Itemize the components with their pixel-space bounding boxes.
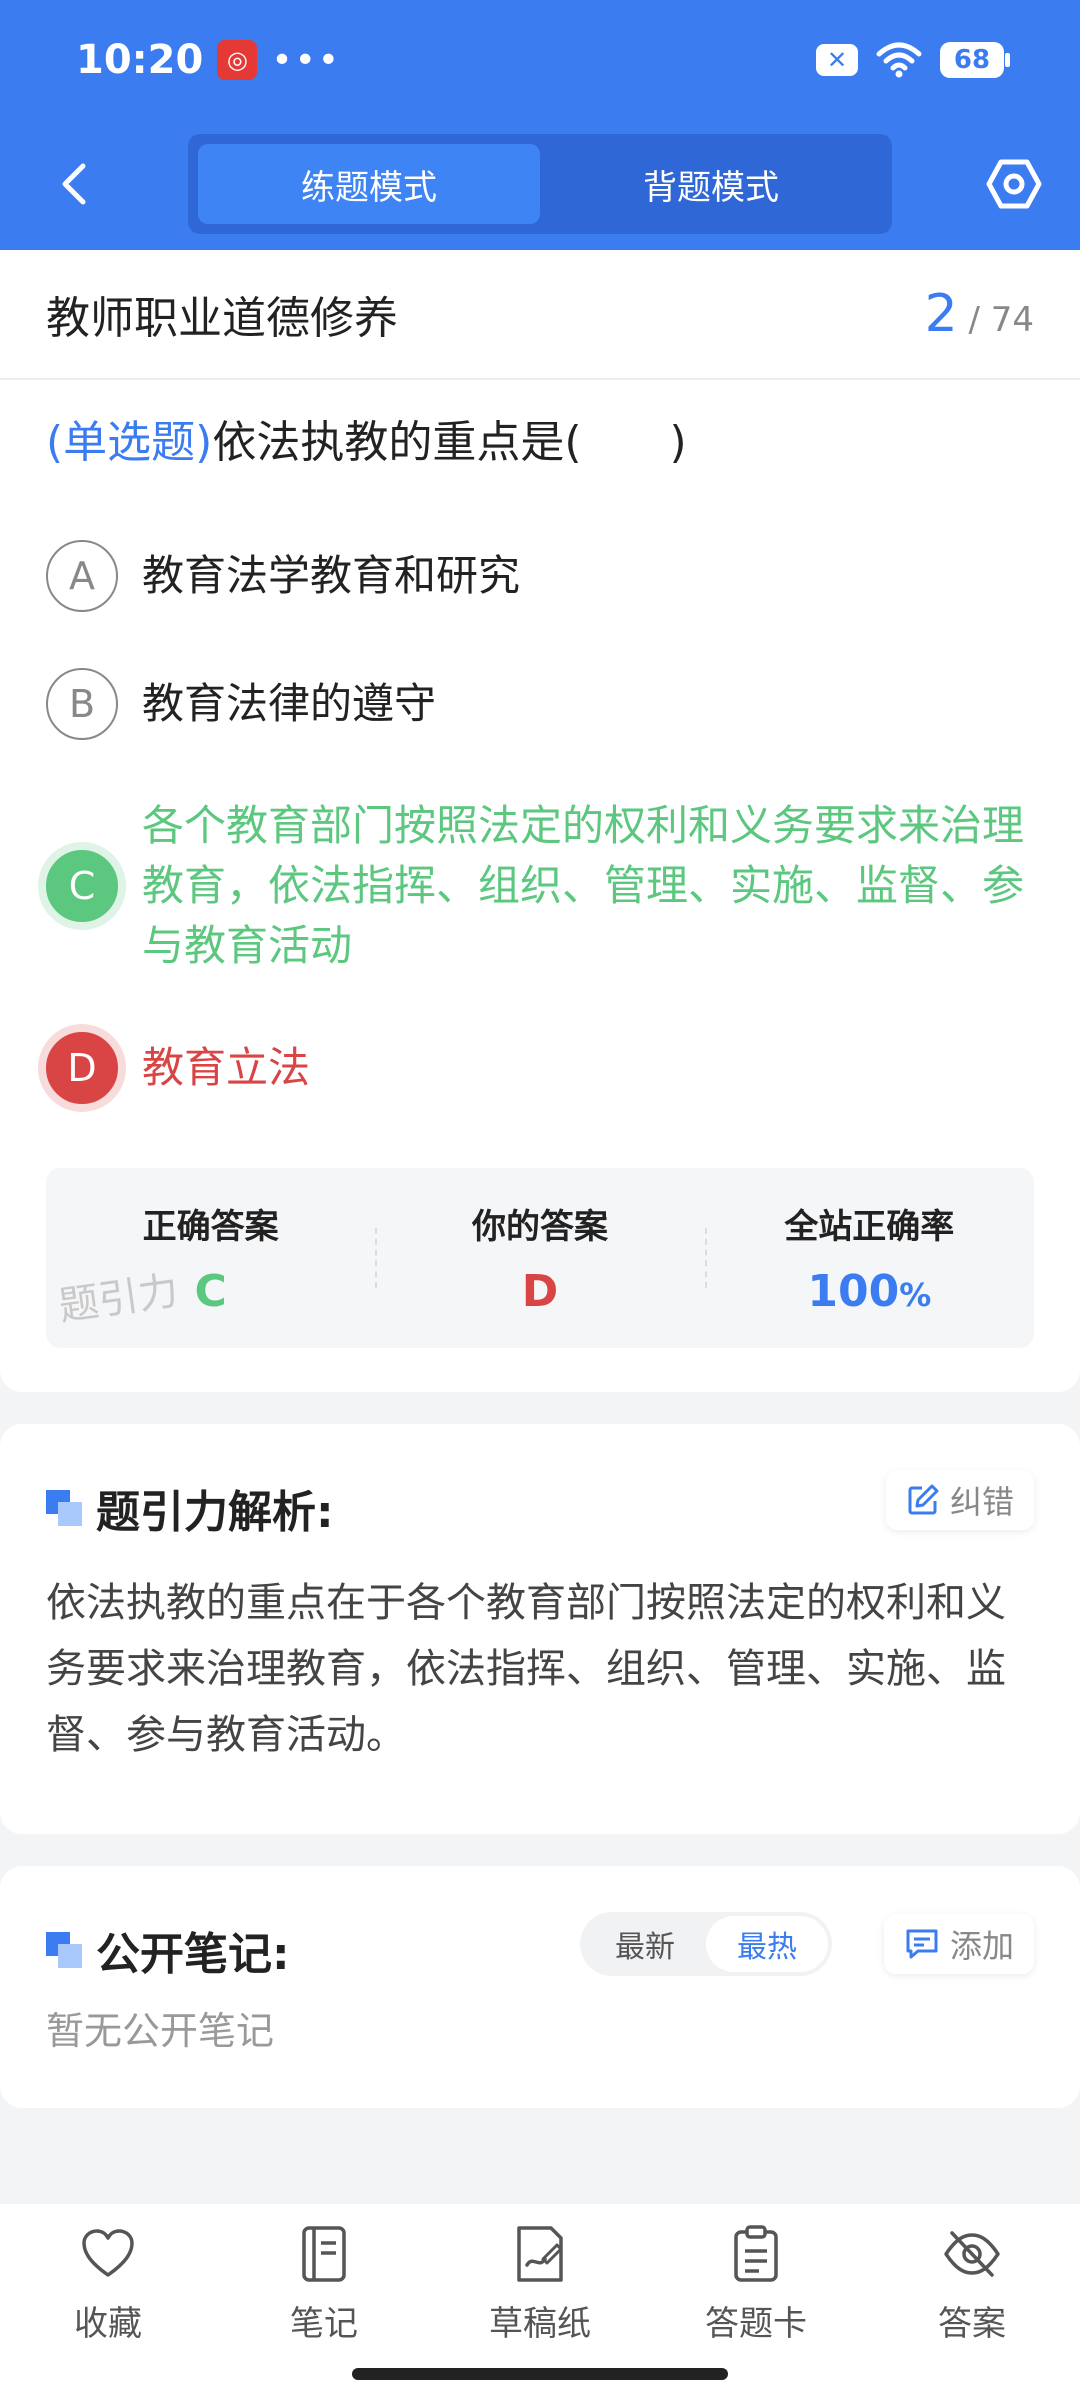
battery-icon: 68 xyxy=(940,42,1010,78)
back-button[interactable] xyxy=(44,154,104,214)
option-letter: B xyxy=(46,668,118,740)
notes-label: 笔记 xyxy=(290,2303,358,2344)
eye-off-icon xyxy=(944,2230,1000,2277)
app-header: 10:20 ◎ ••• ✕ 68 练题模式 背题模式 xyxy=(0,0,1080,250)
question-type: (单选题) xyxy=(46,417,213,468)
empty-notes-text: 暂无公开笔记 xyxy=(46,2009,275,2053)
hexagon-settings-icon xyxy=(986,159,1042,209)
answer-summary: 正确答案 C 题引力 你的答案 D 全站正确率 100% xyxy=(46,1168,1034,1348)
option-letter: C xyxy=(46,850,118,922)
notes-card: 公开笔记: 最新 最热 添加 暂无公开笔记 xyxy=(0,1866,1080,2108)
show-answer-label: 答案 xyxy=(938,2303,1006,2344)
heart-icon xyxy=(82,2228,134,2277)
option-letter: D xyxy=(46,1032,118,1104)
topic-title: 教师职业道德修养 xyxy=(46,293,398,344)
notes-title: 公开笔记: xyxy=(96,1929,290,1980)
option-text: 各个教育部门按照法定的权利和义务要求来治理教育，依法指挥、组织、管理、实施、监督… xyxy=(142,801,1025,970)
draft-paper-label: 草稿纸 xyxy=(489,2303,591,2344)
topic-row: 教师职业道德修养 2 / 74 xyxy=(0,250,1080,380)
answer-sheet-button[interactable]: 答题卡 xyxy=(648,2204,864,2364)
current-question-number: 2 xyxy=(924,284,958,344)
your-answer-value: D xyxy=(521,1266,559,1317)
mode-switch: 练题模式 背题模式 xyxy=(188,134,892,234)
correct-answer: 正确答案 C 题引力 xyxy=(46,1168,375,1348)
your-answer-label: 你的答案 xyxy=(471,1207,608,1247)
your-answer: 你的答案 D xyxy=(375,1168,704,1348)
tab-review-mode[interactable]: 背题模式 xyxy=(540,144,882,224)
chevron-left-icon xyxy=(62,163,86,205)
answer-sheet-label: 答题卡 xyxy=(705,2303,807,2344)
sort-newest[interactable]: 最新 xyxy=(584,1916,706,1972)
option-c[interactable]: C 各个教育部门按照法定的权利和义务要求来治理教育，依法指挥、组织、管理、实施、… xyxy=(46,796,1042,976)
add-note-label: 添加 xyxy=(949,1927,1014,1965)
answer-sheet-icon xyxy=(734,2224,778,2282)
analysis-card: 题引力解析: 纠错 依法执教的重点在于各个教育部门按照法定的权利和义务要求来治理… xyxy=(0,1424,1080,1834)
site-accuracy-label: 全站正确率 xyxy=(784,1207,955,1247)
wifi-icon xyxy=(876,42,922,78)
notebook-icon xyxy=(302,2225,346,2282)
site-accuracy-value: 100% xyxy=(807,1266,931,1317)
home-indicator[interactable] xyxy=(352,2368,728,2380)
analysis-text: 依法执教的重点在于各个教育部门按照法定的权利和义务要求来治理教育，依法指挥、组织… xyxy=(46,1580,1006,1758)
option-d[interactable]: D 教育立法 xyxy=(46,1032,310,1104)
notes-sort-toggle: 最新 最热 xyxy=(580,1912,832,1976)
analysis-header: 题引力解析: xyxy=(46,1476,334,1540)
section-squares-icon xyxy=(46,1932,82,1968)
correct-answer-label: 正确答案 xyxy=(142,1207,279,1247)
report-error-button[interactable]: 纠错 xyxy=(885,1470,1034,1530)
favorite-button[interactable]: 收藏 xyxy=(0,2204,216,2364)
tab-practice-mode[interactable]: 练题模式 xyxy=(198,144,540,224)
edit-icon xyxy=(908,1484,939,1515)
question-counter: 2 / 74 xyxy=(925,284,1034,344)
settings-button[interactable] xyxy=(982,152,1046,216)
show-answer-button[interactable]: 答案 xyxy=(864,2204,1080,2364)
notes-button[interactable]: 笔记 xyxy=(216,2204,432,2364)
favorite-label: 收藏 xyxy=(74,2303,142,2344)
more-notifications-icon: ••• xyxy=(271,39,342,81)
option-text: 教育法学教育和研究 xyxy=(142,551,521,600)
notes-header: 公开笔记: xyxy=(46,1918,290,1982)
option-a[interactable]: A 教育法学教育和研究 xyxy=(46,540,520,612)
comment-icon xyxy=(906,1929,938,1959)
option-letter: A xyxy=(46,540,118,612)
question-card: 教师职业道德修养 2 / 74 (单选题)依法执教的重点是( ) A 教育法学教… xyxy=(0,250,1080,1392)
add-note-button[interactable]: 添加 xyxy=(883,1914,1034,1974)
status-time: 10:20 xyxy=(76,37,204,83)
draft-paper-icon xyxy=(517,2225,563,2282)
analysis-title: 题引力解析: xyxy=(96,1487,334,1538)
status-bar: 10:20 ◎ ••• ✕ 68 xyxy=(76,30,1010,90)
draft-paper-button[interactable]: 草稿纸 xyxy=(432,2204,648,2364)
total-question-count: / 74 xyxy=(968,300,1034,340)
option-text: 教育法律的遵守 xyxy=(142,679,437,728)
question-stem: (单选题)依法执教的重点是( ) xyxy=(46,406,687,470)
site-accuracy: 全站正确率 100% xyxy=(704,1168,1034,1348)
watermark: 题引力 xyxy=(55,1267,182,1331)
option-b[interactable]: B 教育法律的遵守 xyxy=(46,668,436,740)
option-text: 教育立法 xyxy=(142,1043,311,1092)
correct-answer-value: C xyxy=(194,1266,227,1317)
sort-hottest[interactable]: 最热 xyxy=(706,1916,828,1972)
report-error-label: 纠错 xyxy=(949,1483,1014,1521)
section-squares-icon xyxy=(46,1490,82,1526)
nav-bar: 练题模式 背题模式 xyxy=(0,134,1080,234)
accuracy-unit: % xyxy=(899,1276,932,1314)
accuracy-number: 100 xyxy=(807,1266,900,1317)
bottom-toolbar: 收藏 笔记 草稿纸 答题卡 答案 xyxy=(0,2204,1080,2400)
notification-app-icon: ◎ xyxy=(217,40,258,80)
question-text: 依法执教的重点是( ) xyxy=(212,417,687,468)
sim-disabled-icon: ✕ xyxy=(816,44,858,76)
